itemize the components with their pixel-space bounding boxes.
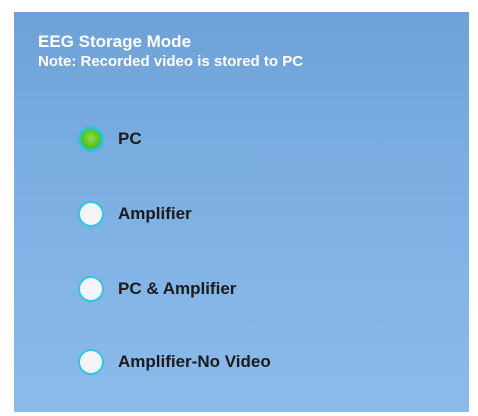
option-label-pc: PC: [118, 129, 142, 148]
radio-button-pc-and-amplifier[interactable]: [78, 276, 104, 302]
radio-button-pc[interactable]: [78, 126, 104, 152]
option-label-amplifier-no-video: Amplifier-No Video: [118, 352, 271, 371]
panel-title: EEG Storage Mode: [38, 32, 192, 51]
option-amplifier[interactable]: Amplifier: [78, 199, 192, 229]
panel-header: EEG Storage Mode Note: Recorded video is…: [38, 32, 303, 72]
storage-note: Note: Recorded video is stored to PC: [38, 53, 304, 70]
radio-button-amplifier-no-video[interactable]: [78, 349, 104, 375]
option-label-pc-and-amplifier: PC & Amplifier: [118, 279, 237, 298]
option-label-amplifier: Amplifier: [118, 204, 192, 223]
eeg-storage-mode-panel: EEG Storage Mode Note: Recorded video is…: [14, 12, 469, 412]
option-pc-and-amplifier[interactable]: PC & Amplifier: [78, 274, 236, 304]
option-amplifier-no-video[interactable]: Amplifier-No Video: [78, 347, 271, 377]
radio-button-amplifier[interactable]: [78, 201, 104, 227]
option-pc[interactable]: PC: [78, 124, 142, 154]
